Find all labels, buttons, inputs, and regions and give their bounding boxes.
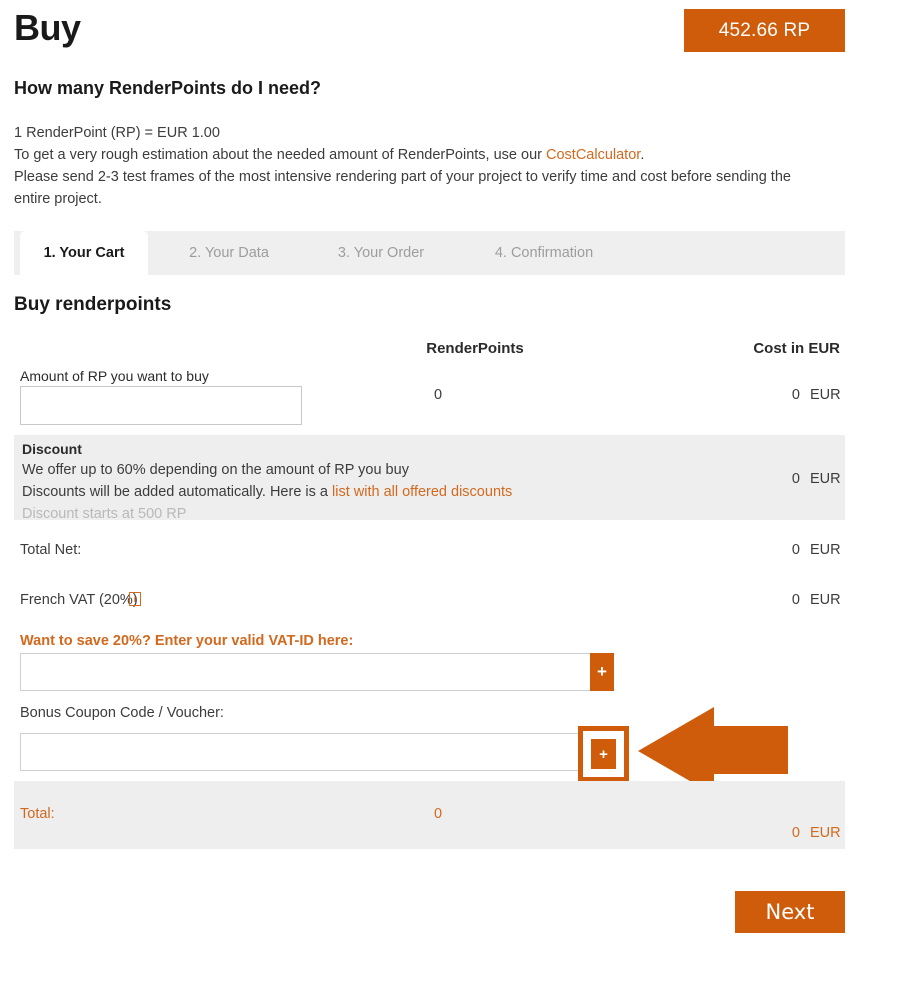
section-subtitle: How many RenderPoints do I need? <box>14 78 322 98</box>
vat-label: French VAT (20%) <box>20 592 138 608</box>
tab-your-cart[interactable]: 1. Your Cart <box>20 231 148 275</box>
discount-line-2-prefix: Discounts will be added automatically. H… <box>22 484 333 500</box>
total-net-label: Total Net: <box>20 542 82 558</box>
vat-id-add-button[interactable]: + <box>590 653 614 691</box>
amount-cost-value: 0 <box>791 387 800 403</box>
total-label: Total: <box>20 806 55 822</box>
amount-renderpoints-value: 0 <box>433 387 443 403</box>
column-header-renderpoints: RenderPoints <box>426 340 524 357</box>
total-net-value: 0 <box>791 542 800 558</box>
discount-line-2: Discounts will be added automatically. H… <box>22 484 512 500</box>
discount-panel: Discount We offer up to 60% depending on… <box>14 435 845 522</box>
total-net-currency: EUR <box>810 542 841 558</box>
total-cost-value: 0 <box>791 825 800 841</box>
coupon-label: Bonus Coupon Code / Voucher: <box>20 705 224 721</box>
discount-cost-value: 0 <box>791 471 800 487</box>
discount-line-3: Discount starts at 500 RP <box>22 506 187 522</box>
cost-calculator-link[interactable]: CostCalculator <box>546 147 640 163</box>
discount-list-link[interactable]: list with all offered discounts <box>332 484 512 500</box>
total-panel: Total: 0 0 EUR <box>14 781 845 849</box>
vat-cost-value: 0 <box>791 592 800 608</box>
coupon-input[interactable] <box>20 733 591 771</box>
discount-cost-currency: EUR <box>810 471 841 487</box>
discount-line-1: We offer up to 60% depending on the amou… <box>22 462 409 478</box>
intro-line-2-suffix: . <box>640 147 645 163</box>
column-header-cost: Cost in EUR <box>753 340 840 357</box>
discount-title: Discount <box>22 441 82 457</box>
amount-cost-currency: EUR <box>810 387 841 403</box>
page-title: Buy <box>14 7 81 48</box>
intro-text: 1 RenderPoint (RP) = EUR 1.00 To get a v… <box>14 122 814 210</box>
tab-your-order[interactable]: 3. Your Order <box>311 231 451 275</box>
checkout-steps-tabbar: 1. Your Cart 2. Your Data 3. Your Order … <box>14 231 845 275</box>
next-button[interactable]: Next <box>735 891 845 933</box>
intro-line-2: To get a very rough estimation about the… <box>14 144 814 166</box>
vat-id-input[interactable] <box>20 653 591 691</box>
vat-id-label: Want to save 20%? Enter your valid VAT-I… <box>20 633 354 649</box>
info-icon[interactable]: i <box>129 592 141 606</box>
rp-balance-badge: 452.66 RP <box>684 9 845 52</box>
cart-section-title: Buy renderpoints <box>14 294 172 315</box>
intro-line-3: Please send 2-3 test frames of the most … <box>14 169 791 207</box>
tab-your-data[interactable]: 2. Your Data <box>162 231 296 275</box>
coupon-add-button[interactable]: + <box>591 739 616 769</box>
intro-line-1: 1 RenderPoint (RP) = EUR 1.00 <box>14 125 220 141</box>
amount-of-rp-input[interactable] <box>20 386 302 425</box>
total-cost-currency: EUR <box>810 825 841 841</box>
vat-cost-currency: EUR <box>810 592 841 608</box>
amount-of-rp-label: Amount of RP you want to buy <box>20 368 209 384</box>
intro-line-2-prefix: To get a very rough estimation about the… <box>14 147 547 163</box>
tab-confirmation[interactable]: 4. Confirmation <box>464 231 624 275</box>
total-renderpoints-value: 0 <box>433 806 443 822</box>
